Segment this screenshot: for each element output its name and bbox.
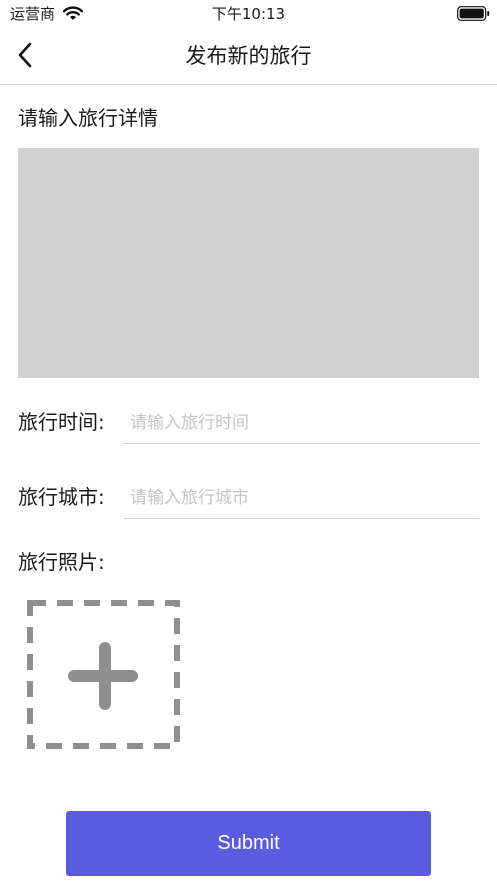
battery-icon bbox=[457, 6, 490, 21]
status-time: 下午10:13 bbox=[211, 5, 286, 23]
trip-city-input[interactable] bbox=[124, 477, 479, 519]
page-title: 发布新的旅行 bbox=[185, 44, 312, 68]
trip-photos-label: 旅行照片: bbox=[18, 550, 105, 574]
status-bar: 运营商 下午10:13 bbox=[0, 0, 497, 30]
trip-time-input[interactable] bbox=[124, 402, 479, 444]
trip-details-textarea[interactable] bbox=[18, 148, 479, 378]
trip-details-label: 请输入旅行详情 bbox=[18, 106, 158, 130]
navigation-bar: 发布新的旅行 bbox=[0, 30, 497, 85]
trip-time-label: 旅行时间: bbox=[18, 410, 105, 434]
plus-dashed-box-icon bbox=[26, 599, 181, 751]
add-photo-button[interactable] bbox=[26, 599, 181, 751]
trip-city-row: 旅行城市: bbox=[18, 477, 479, 521]
trip-city-label: 旅行城市: bbox=[18, 485, 105, 509]
submit-button[interactable]: Submit bbox=[66, 811, 431, 876]
publish-trip-screen: 运营商 下午10:13 发布新的旅行 请输入旅行详情 旅行时间: 请输入旅行时间… bbox=[0, 0, 497, 883]
trip-time-row: 旅行时间: bbox=[18, 402, 479, 446]
